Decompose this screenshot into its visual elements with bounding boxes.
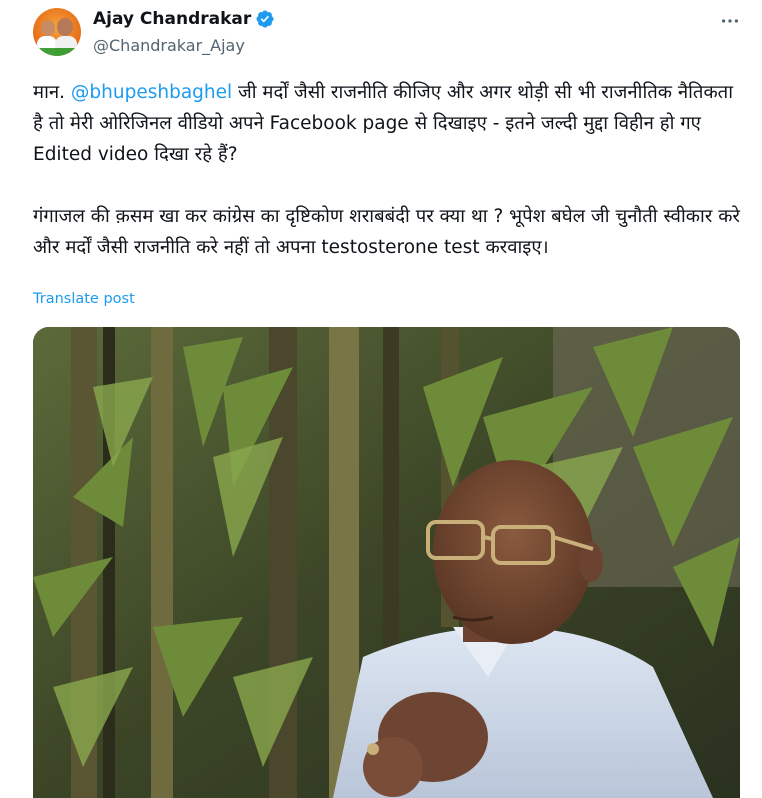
translate-post-link[interactable]: Translate post	[33, 291, 135, 307]
tweet-media-image[interactable]	[33, 327, 740, 798]
author-handle[interactable]: @Chandrakar_Ajay	[93, 36, 245, 55]
author-name-row: Ajay Chandrakar	[93, 9, 275, 29]
verified-badge-icon	[255, 9, 275, 29]
tweet-paragraph-1: मान. @bhupeshbaghel जी मर्दों जैसी राजनी…	[33, 77, 748, 170]
tweet-text: मान. @bhupeshbaghel जी मर्दों जैसी राजनी…	[33, 77, 748, 263]
text-prefix: मान.	[33, 82, 71, 103]
video-frame-illustration	[33, 327, 740, 798]
tweet-paragraph-2: गंगाजल की क़सम खा कर कांग्रेस का दृष्टिक…	[33, 206, 740, 258]
more-options-icon[interactable]	[716, 10, 744, 34]
mention-link[interactable]: @bhupeshbaghel	[71, 82, 232, 103]
author-display-name[interactable]: Ajay Chandrakar	[93, 9, 251, 29]
author-avatar[interactable]	[33, 8, 81, 56]
tweet-card: Ajay Chandrakar @Chandrakar_Ajay मान. @b…	[0, 0, 762, 798]
